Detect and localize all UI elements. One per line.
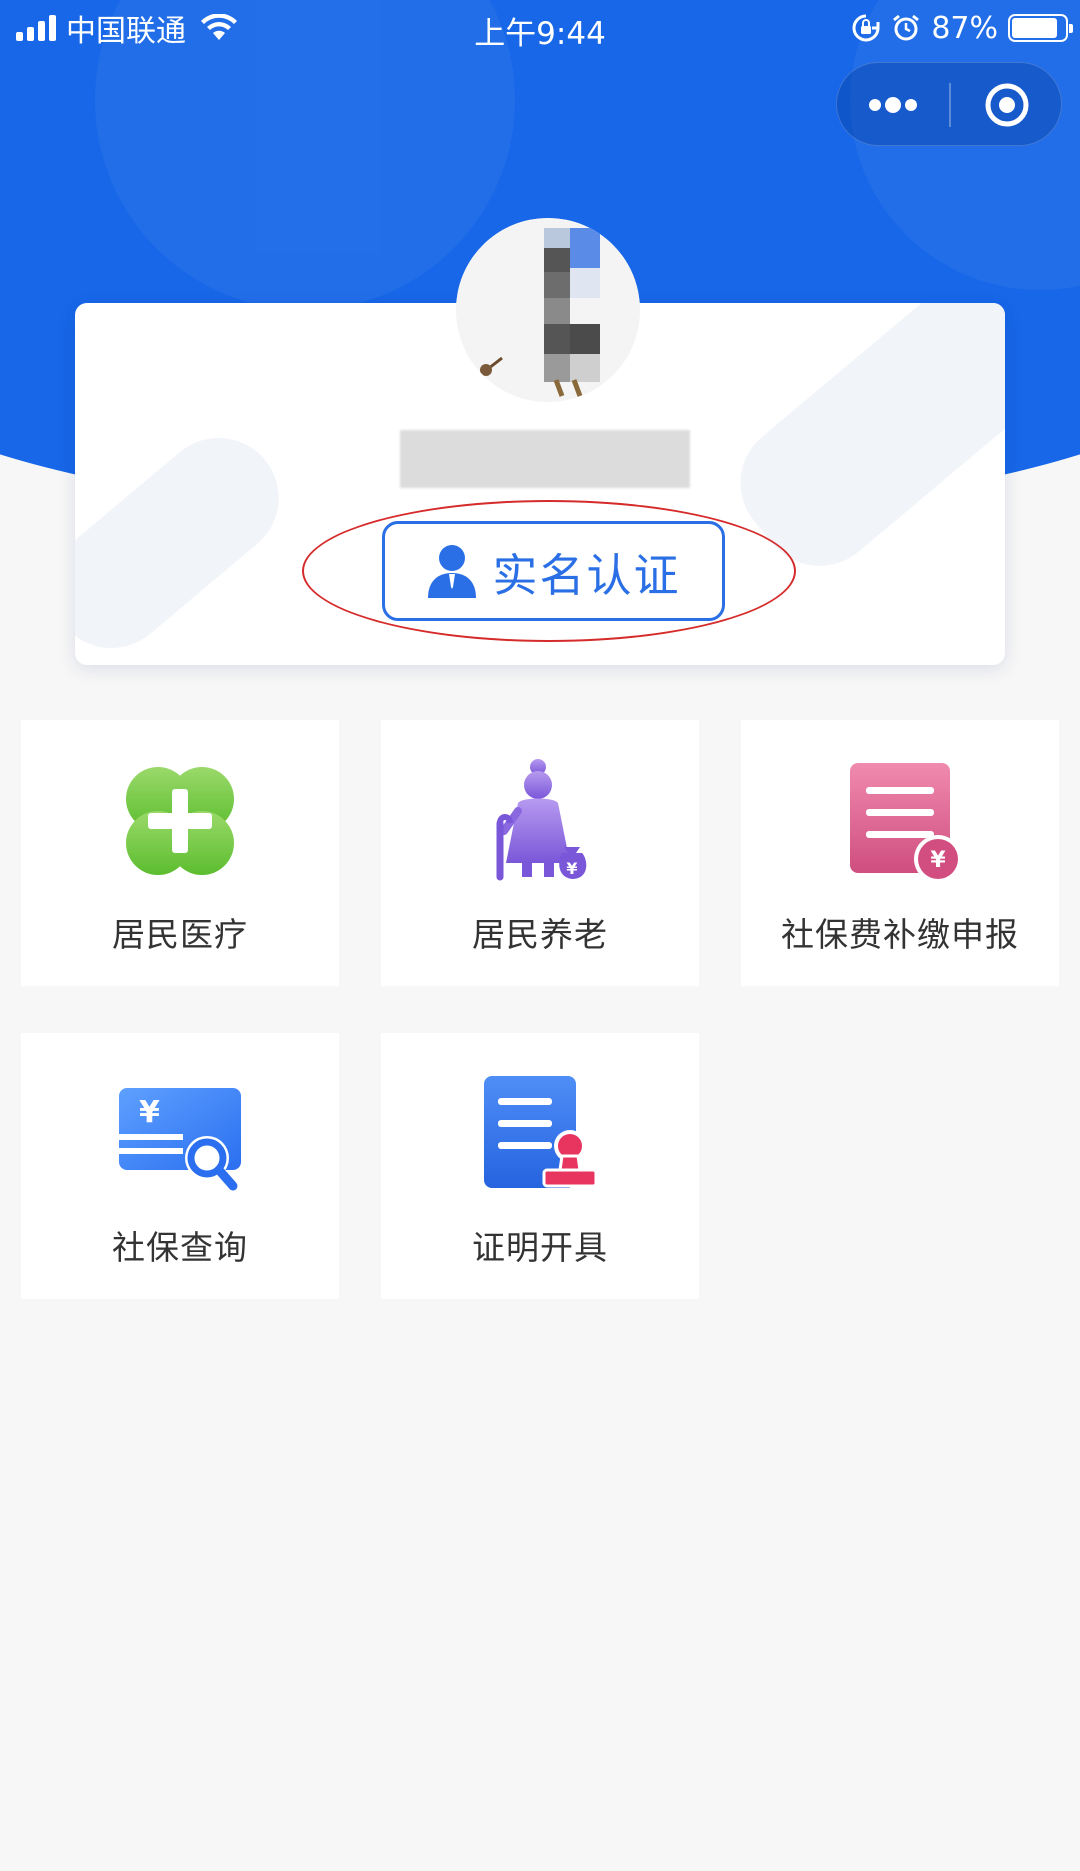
svg-text:¥: ¥ — [930, 848, 946, 873]
svg-text:¥: ¥ — [139, 1095, 160, 1130]
screen: 中国联通 上午9:44 87% 实名认证 居民医疗 ¥ 居民养老 ¥ 社保费补缴… — [0, 0, 1080, 1871]
status-bar: 中国联通 上午9:44 87% — [0, 0, 1080, 54]
alarm-icon — [893, 14, 920, 41]
service-tile-query[interactable]: ¥ 社保查询 — [21, 1033, 339, 1299]
avatar-image — [456, 218, 640, 402]
mini-program-capsule — [836, 62, 1062, 146]
medical-cross-icon — [115, 756, 245, 886]
tile-label: 证明开具 — [472, 1228, 608, 1267]
user-icon — [428, 545, 477, 598]
battery-percent: 87% — [931, 10, 998, 46]
service-tile-medical[interactable]: 居民医疗 — [21, 720, 339, 986]
real-name-verify-button[interactable]: 实名认证 — [382, 521, 725, 621]
tile-label: 居民医疗 — [112, 915, 248, 954]
card-search-icon: ¥ — [115, 1069, 245, 1199]
service-tile-payment-declaration[interactable]: ¥ 社保费补缴申报 — [741, 720, 1059, 986]
elderly-pension-icon: ¥ — [475, 756, 605, 886]
tile-label: 社保费补缴申报 — [781, 915, 1019, 954]
status-right: 87% — [851, 8, 1073, 48]
certificate-stamp-icon — [475, 1069, 605, 1199]
avatar[interactable] — [456, 218, 640, 402]
more-dots-icon — [869, 97, 917, 113]
username-blurred — [400, 430, 690, 488]
svg-text:¥: ¥ — [566, 859, 577, 878]
service-tile-pension[interactable]: ¥ 居民养老 — [381, 720, 699, 986]
tile-label: 社保查询 — [112, 1228, 248, 1267]
battery-icon — [1008, 14, 1073, 42]
more-button[interactable] — [837, 63, 949, 147]
service-tile-certificate[interactable]: 证明开具 — [381, 1033, 699, 1299]
close-button[interactable] — [951, 63, 1063, 147]
payment-document-icon: ¥ — [835, 756, 965, 886]
verify-button-label: 实名认证 — [492, 548, 681, 602]
battery-level — [1012, 18, 1058, 38]
rotation-lock-icon — [852, 14, 880, 42]
card-decoration — [75, 413, 304, 665]
target-close-icon — [985, 83, 1029, 127]
card-decoration — [715, 303, 1005, 591]
tile-label: 居民养老 — [472, 915, 608, 954]
